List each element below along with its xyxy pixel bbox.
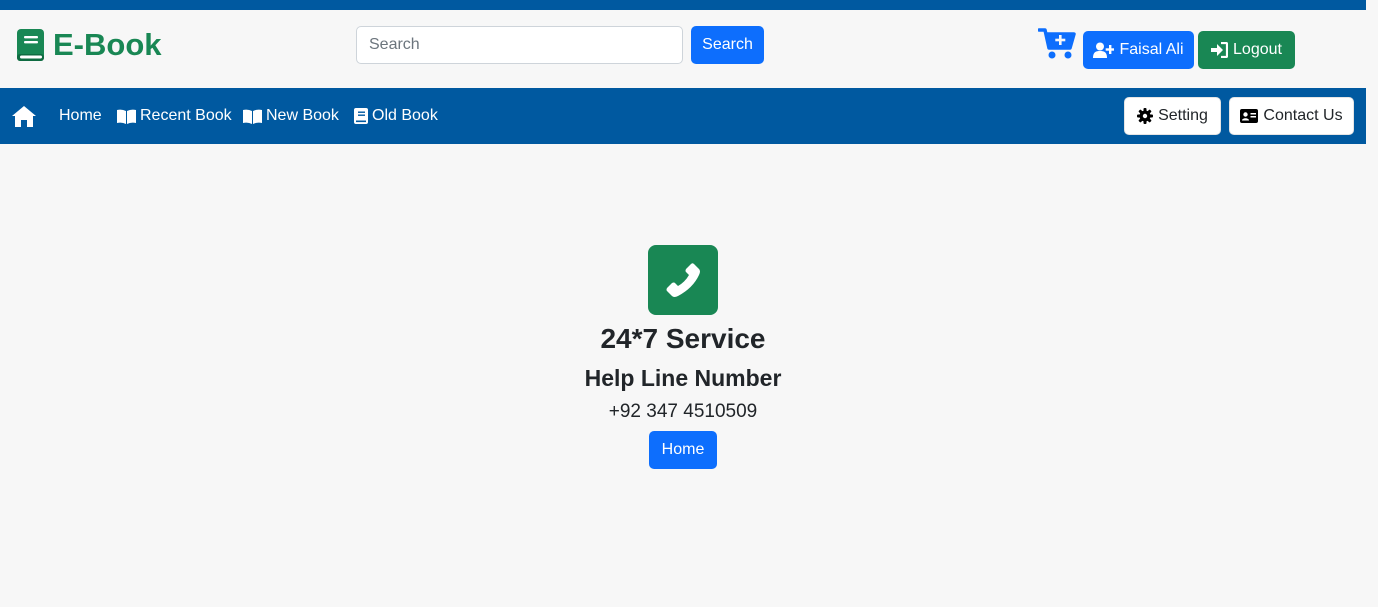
phone-number: +92 347 4510509 — [608, 401, 758, 422]
header: E-Book Search Faisal Ali Logout — [0, 10, 1366, 88]
book-icon — [17, 29, 44, 61]
brand-logo[interactable]: E-Book — [16, 29, 162, 61]
nav-item-label: Home — [59, 107, 102, 124]
nav-item-recent-book[interactable]: Recent Book — [117, 88, 232, 144]
setting-button[interactable]: Setting — [1124, 97, 1221, 135]
user-profile-button[interactable]: Faisal Ali — [1083, 31, 1194, 69]
user-name-label: Faisal Ali — [1119, 41, 1184, 58]
nav-item-old-book[interactable]: Old Book — [354, 88, 438, 144]
search-button[interactable]: Search — [691, 26, 764, 64]
logout-label: Logout — [1233, 41, 1282, 58]
cart-plus-icon[interactable] — [1038, 26, 1076, 60]
user-plus-icon — [1093, 42, 1115, 58]
nav-item-label: New Book — [266, 107, 339, 124]
main-content: 24*7 Service Help Line Number +92 347 45… — [0, 144, 1366, 607]
top-accent-bar — [0, 0, 1366, 10]
search-input[interactable] — [356, 26, 683, 64]
home-icon[interactable] — [12, 106, 36, 127]
logout-button[interactable]: Logout — [1198, 31, 1295, 69]
nav-item-new-book[interactable]: New Book — [243, 88, 339, 144]
contact-us-label: Contact Us — [1263, 107, 1343, 124]
book-icon — [354, 108, 368, 124]
phone-icon — [648, 245, 718, 315]
nav-item-home[interactable]: Home — [59, 88, 102, 144]
sign-in-icon — [1211, 42, 1229, 58]
book-open-icon — [117, 109, 136, 124]
gear-icon — [1137, 108, 1154, 124]
home-button[interactable]: Home — [649, 431, 717, 469]
setting-label: Setting — [1158, 107, 1208, 124]
contact-us-button[interactable]: Contact Us — [1229, 97, 1354, 135]
helpline-title: Help Line Number — [584, 365, 782, 391]
service-title: 24*7 Service — [600, 323, 766, 354]
nav-item-label: Old Book — [372, 107, 438, 124]
nav-item-label: Recent Book — [140, 107, 232, 124]
navbar: Home Recent Book New Book Old Book Setti… — [0, 88, 1366, 144]
book-open-icon — [243, 109, 262, 124]
id-card-icon — [1240, 109, 1259, 123]
brand-title: E-Book — [53, 27, 162, 62]
